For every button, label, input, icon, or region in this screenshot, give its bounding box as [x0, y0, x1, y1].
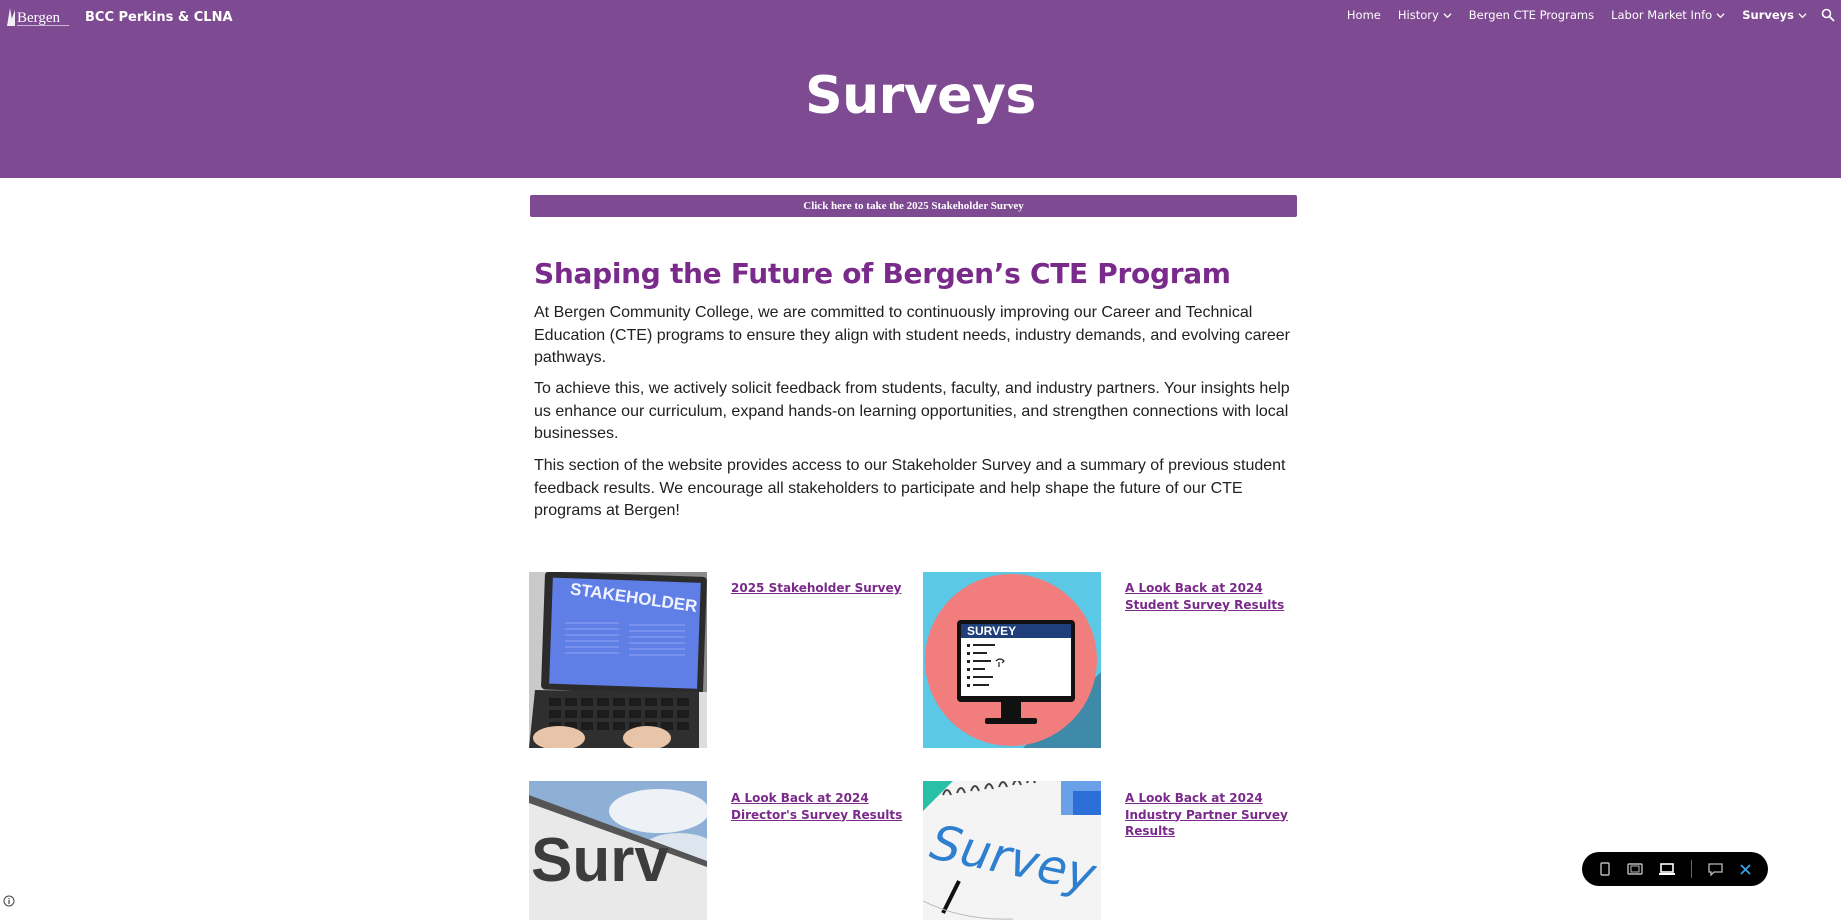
desktop-view-icon[interactable]	[1659, 861, 1676, 877]
info-icon[interactable]	[3, 895, 15, 907]
nav-history-label: History	[1397, 8, 1439, 22]
header-banner: Bergen BCC Perkins & CLNA Home History B…	[0, 0, 1841, 178]
chevron-down-icon	[1716, 12, 1725, 18]
survey-sign-image[interactable]: Surv	[529, 781, 707, 920]
survey-notebook-image[interactable]: Survey	[923, 781, 1101, 920]
nav-programs-label: Bergen CTE Programs	[1468, 8, 1595, 22]
nav-history[interactable]: History	[1398, 8, 1452, 22]
chevron-down-icon	[1798, 12, 1807, 18]
svg-text:Bergen: Bergen	[17, 10, 61, 26]
industry-partner-survey-results-link[interactable]: A Look Back at 2024 Industry Partner Sur…	[1125, 790, 1301, 840]
student-survey-results-link[interactable]: A Look Back at 2024 Student Survey Resul…	[1125, 580, 1301, 613]
top-nav: Home History Bergen CTE Programs Labor M…	[1330, 8, 1835, 22]
survey-monitor-image[interactable]: SURVEY	[923, 572, 1101, 748]
close-icon[interactable]	[1739, 861, 1752, 877]
feedback-icon[interactable]	[1708, 861, 1723, 877]
nav-labor-market-info[interactable]: Labor Market Info	[1611, 8, 1725, 22]
nav-surveys-label: Surveys	[1742, 8, 1794, 22]
nav-surveys[interactable]: Surveys	[1742, 8, 1807, 22]
search-icon[interactable]	[1821, 8, 1835, 22]
nav-home[interactable]: Home	[1347, 8, 1381, 22]
svg-text:Surv: Surv	[531, 826, 669, 895]
access-paragraph: This section of the website provides acc…	[534, 457, 1286, 519]
brand[interactable]: Bergen BCC Perkins & CLNA	[5, 4, 233, 30]
take-survey-button[interactable]: Click here to take the 2025 Stakeholder …	[530, 195, 1297, 217]
toolbar-divider	[1691, 860, 1692, 878]
nav-labor-label: Labor Market Info	[1611, 8, 1713, 22]
feedback-paragraph: To achieve this, we actively solicit fee…	[534, 380, 1290, 442]
nav-bergen-cte-programs[interactable]: Bergen CTE Programs	[1469, 8, 1594, 22]
svg-text:SURVEY: SURVEY	[967, 624, 1016, 638]
mobile-view-icon[interactable]	[1598, 861, 1611, 877]
page-title: Surveys	[805, 66, 1036, 126]
section-heading: Shaping the Future of Bergen’s CTE Progr…	[534, 257, 1231, 290]
view-mode-toolbar	[1582, 852, 1768, 886]
stakeholder-laptop-image[interactable]: STAKEHOLDER	[529, 572, 707, 748]
bergen-logo[interactable]: Bergen	[5, 4, 71, 30]
directors-survey-results-link[interactable]: A Look Back at 2024 Director's Survey Re…	[731, 790, 907, 823]
tablet-view-icon[interactable]	[1627, 861, 1643, 877]
nav-home-label: Home	[1346, 8, 1381, 22]
chevron-down-icon	[1443, 12, 1452, 18]
intro-paragraph: At Bergen Community College, we are comm…	[534, 304, 1290, 366]
stakeholder-survey-link[interactable]: 2025 Stakeholder Survey	[731, 580, 907, 597]
site-title[interactable]: BCC Perkins & CLNA	[85, 10, 233, 25]
